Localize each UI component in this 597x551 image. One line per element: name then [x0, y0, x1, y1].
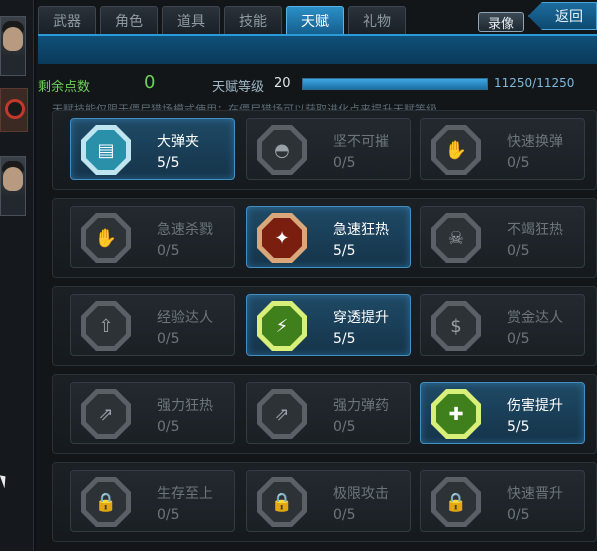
talent-progress: 0/5: [333, 419, 356, 435]
talent-xp-bar: [302, 78, 488, 90]
talent-xp-text: 11250/11250: [494, 76, 575, 90]
tab-talents[interactable]: 天赋: [286, 6, 344, 34]
talent-card[interactable]: 🔒 快速晋升 0/5: [420, 470, 585, 532]
rage-blade-icon: ✦: [257, 213, 307, 263]
tab-characters[interactable]: 角色: [100, 6, 158, 34]
talent-card[interactable]: ⇧ 经验达人 0/5: [70, 294, 235, 356]
tab-skills[interactable]: 技能: [224, 6, 282, 34]
talent-progress: 0/5: [157, 419, 180, 435]
back-button[interactable]: 返回: [528, 2, 597, 30]
talent-card[interactable]: ▤ 大弹夹 5/5: [70, 118, 235, 180]
remaining-points-label: 剩余点数: [38, 80, 91, 95]
talent-card[interactable]: ⚡ 穿透提升 5/5: [246, 294, 411, 356]
lock-icon: 🔒: [257, 477, 307, 527]
reload-hand-icon: ✋: [431, 125, 481, 175]
talent-level-value: 20: [274, 76, 291, 91]
tab-weapons[interactable]: 武器: [38, 6, 96, 34]
character-portrait[interactable]: [0, 156, 26, 216]
talent-card[interactable]: ✋ 急速杀戮 0/5: [70, 206, 235, 268]
talent-name: 强力弹药: [333, 398, 389, 414]
talent-name: 快速晋升: [507, 486, 563, 502]
talent-name: 急速杀戮: [157, 222, 213, 238]
talent-progress: 5/5: [507, 419, 530, 435]
character-sidebar: [0, 0, 34, 551]
tab-gifts[interactable]: 礼物: [348, 6, 406, 34]
talent-progress: 5/5: [333, 243, 356, 259]
talent-name: 坚不可摧: [333, 134, 389, 150]
tab-bar: 武器 角色 道具 技能 天赋 礼物: [38, 6, 406, 34]
talent-progress: 0/5: [157, 243, 180, 259]
talent-progress: 0/5: [333, 507, 356, 523]
talent-progress: 0/5: [333, 155, 356, 171]
talent-name: 强力狂热: [157, 398, 213, 414]
lock-icon: 🔒: [81, 477, 131, 527]
talent-progress: 0/5: [157, 507, 180, 523]
faction-emblem-icon[interactable]: [0, 88, 28, 132]
talent-card[interactable]: ⇗ 强力狂热 0/5: [70, 382, 235, 444]
power-rage-icon: ⇗: [81, 389, 131, 439]
talent-name: 大弹夹: [157, 134, 199, 150]
talent-card[interactable]: ⇗ 强力弹药 0/5: [246, 382, 411, 444]
talent-name: 不竭狂热: [507, 222, 563, 238]
magazine-icon: ▤: [81, 125, 131, 175]
tab-items[interactable]: 道具: [162, 6, 220, 34]
helmet-icon: ◓: [257, 125, 307, 175]
talent-card[interactable]: ✚ 伤害提升 5/5: [420, 382, 585, 444]
rifle-damage-icon: ✚: [431, 389, 481, 439]
talent-xp-fill: [303, 79, 487, 89]
talent-card[interactable]: $ 赏金达人 0/5: [420, 294, 585, 356]
talent-name: 经验达人: [157, 310, 213, 326]
talent-progress: 0/5: [507, 331, 530, 347]
talent-name: 极限攻击: [333, 486, 389, 502]
talent-name: 生存至上: [157, 486, 213, 502]
bounty-coin-icon: $: [431, 301, 481, 351]
talent-progress: 0/5: [507, 507, 530, 523]
remaining-points-value: 0: [144, 72, 156, 93]
talent-name: 赏金达人: [507, 310, 563, 326]
talent-card[interactable]: ✦ 急速狂热 5/5: [246, 206, 411, 268]
talent-progress: 0/5: [507, 155, 530, 171]
skull-icon: ☠: [431, 213, 481, 263]
talent-name: 急速狂热: [333, 222, 389, 238]
talent-card[interactable]: ☠ 不竭狂热 0/5: [420, 206, 585, 268]
fast-kill-icon: ✋: [81, 213, 131, 263]
talent-progress: 0/5: [507, 243, 530, 259]
talent-card[interactable]: 🔒 极限攻击 0/5: [246, 470, 411, 532]
talent-name: 伤害提升: [507, 398, 563, 414]
talent-card[interactable]: ✋ 快速换弹 0/5: [420, 118, 585, 180]
talent-card[interactable]: 🔒 生存至上 0/5: [70, 470, 235, 532]
talent-progress: 5/5: [157, 155, 180, 171]
replay-button[interactable]: 录像: [478, 12, 524, 32]
talent-progress: 5/5: [333, 331, 356, 347]
talent-card[interactable]: ◓ 坚不可摧 0/5: [246, 118, 411, 180]
tab-content-header: [38, 34, 597, 64]
talent-level-label: 天赋等级: [212, 80, 265, 95]
talent-progress: 0/5: [157, 331, 180, 347]
character-portrait[interactable]: [0, 16, 26, 76]
lock-icon: 🔒: [431, 477, 481, 527]
pierce-icon: ⚡: [257, 301, 307, 351]
talent-name: 穿透提升: [333, 310, 389, 326]
exp-up-icon: ⇧: [81, 301, 131, 351]
talent-name: 快速换弹: [507, 134, 563, 150]
power-ammo-icon: ⇗: [257, 389, 307, 439]
